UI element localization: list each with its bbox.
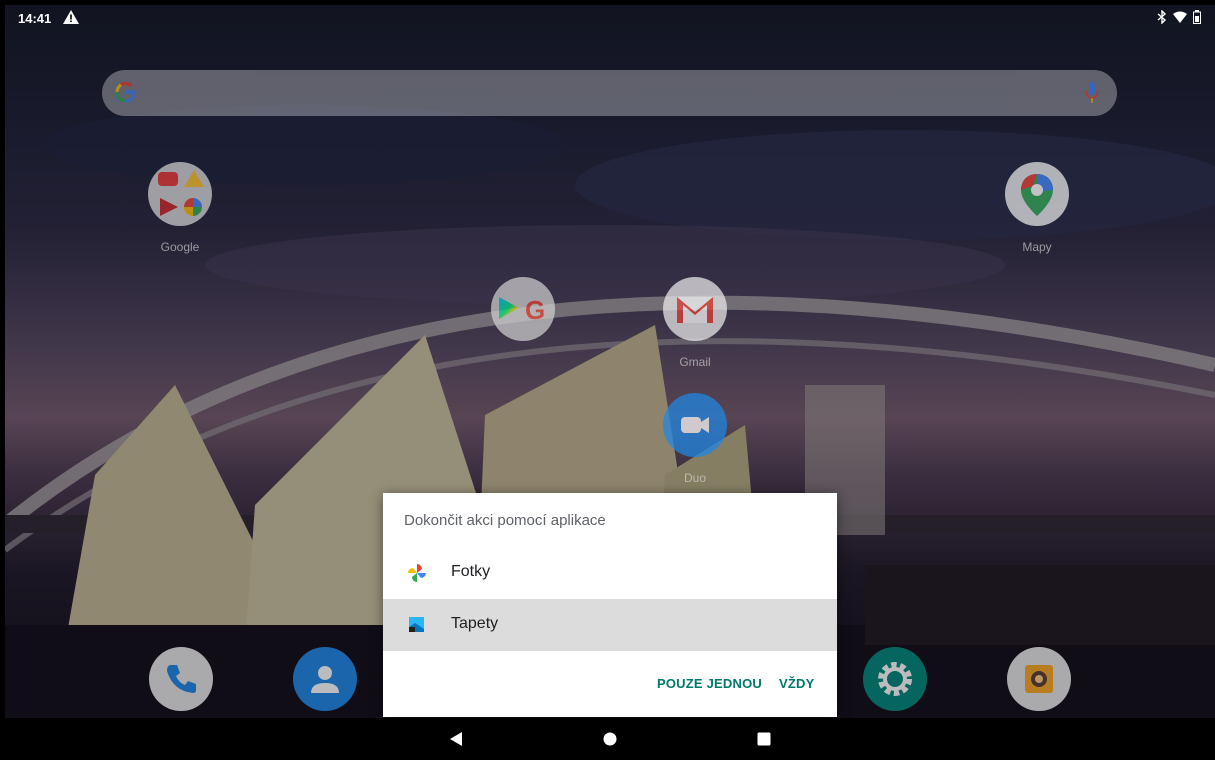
home-icon[interactable] xyxy=(603,732,617,751)
dock-camera[interactable] xyxy=(1007,647,1071,711)
settings-icon xyxy=(863,647,927,711)
app-label: Google xyxy=(160,240,200,254)
battery-icon xyxy=(1193,10,1201,27)
app-google-folder[interactable]: Google xyxy=(140,162,220,254)
play-google-folder-icon: G xyxy=(491,277,555,341)
app-play-google-folder[interactable]: G xyxy=(483,277,563,341)
recents-icon[interactable] xyxy=(757,732,771,751)
option-tapety[interactable]: Tapety xyxy=(383,599,837,651)
app-gmail[interactable]: Gmail xyxy=(655,277,735,369)
option-fotky[interactable]: Fotky xyxy=(383,547,837,599)
bluetooth-icon xyxy=(1157,9,1167,27)
status-bar: 14:41 xyxy=(5,5,1215,31)
navigation-bar xyxy=(5,718,1215,760)
app-label: Duo xyxy=(683,471,706,485)
wallpapers-icon xyxy=(409,617,424,632)
phone-icon xyxy=(149,647,213,711)
warning-icon xyxy=(63,10,79,27)
maps-pin-icon xyxy=(1005,162,1069,226)
back-icon[interactable] xyxy=(450,732,464,751)
google-search-bar[interactable] xyxy=(102,70,1117,116)
always-button[interactable]: VŽDY xyxy=(779,676,814,691)
mic-icon[interactable] xyxy=(1085,81,1099,105)
camera-icon xyxy=(1007,647,1071,711)
dock-contacts[interactable] xyxy=(293,647,357,711)
clock: 14:41 xyxy=(18,11,52,26)
photos-pinwheel-icon xyxy=(408,564,426,582)
dock-settings[interactable] xyxy=(863,647,927,711)
duo-camera-icon xyxy=(663,393,727,457)
dialog-title: Dokončit akci pomocí aplikace xyxy=(404,512,606,529)
google-logo-icon xyxy=(115,81,137,103)
dock-phone[interactable] xyxy=(149,647,213,711)
app-chooser-dialog: Dokončit akci pomocí aplikace Fotky Tape… xyxy=(383,493,837,717)
gmail-icon xyxy=(663,277,727,341)
option-label: Fotky xyxy=(451,563,491,580)
contacts-icon xyxy=(293,647,357,711)
wifi-icon xyxy=(1173,11,1187,26)
app-mapy[interactable]: Mapy xyxy=(997,162,1077,254)
app-label: Mapy xyxy=(1022,240,1052,254)
app-duo[interactable]: Duo xyxy=(655,393,735,485)
option-label: Tapety xyxy=(451,615,499,632)
android-screen: 14:41 Google Mapy G Gmail Duo Dokončit a… xyxy=(0,0,1215,760)
just-once-button[interactable]: POUZE JEDNOU xyxy=(657,676,762,691)
google-folder-icon xyxy=(148,162,212,226)
app-label: Gmail xyxy=(679,355,711,369)
